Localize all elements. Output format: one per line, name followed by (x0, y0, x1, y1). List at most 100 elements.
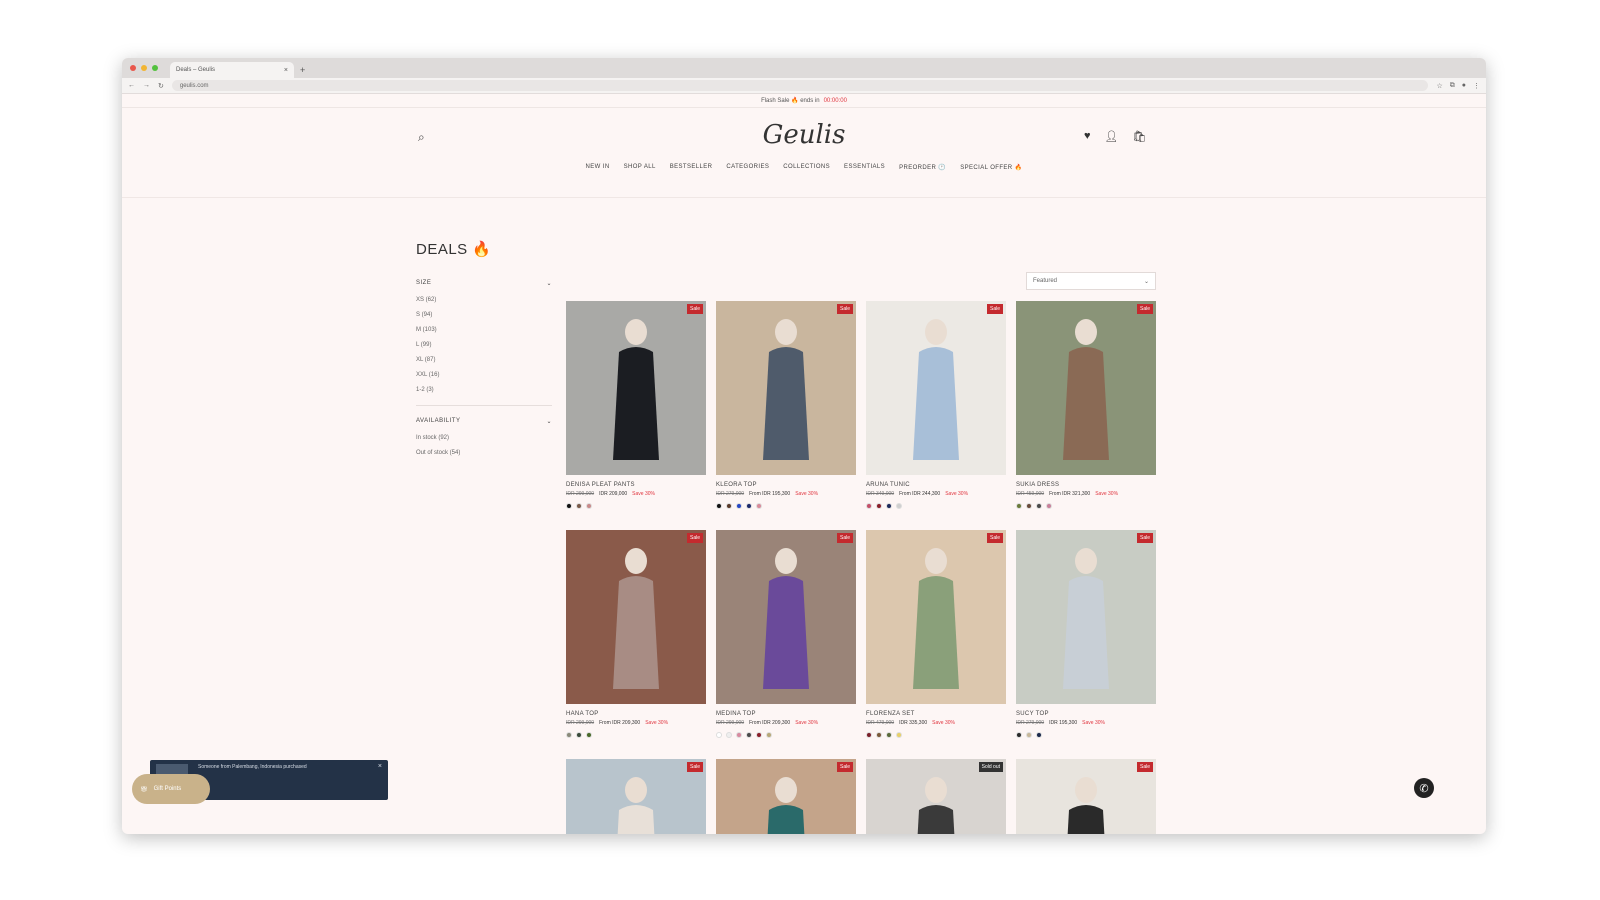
product-name[interactable]: ARUNA TUNIC (866, 482, 1006, 488)
account-icon[interactable]: 👤︎ (1105, 130, 1119, 143)
close-icon[interactable]: × (378, 763, 382, 770)
product-image[interactable]: Sale (1016, 301, 1156, 475)
product-image[interactable]: Sale (566, 759, 706, 834)
product-card[interactable]: Sale DENISA PLEAT PANTS IDR 299,000 IDR 209… (566, 301, 706, 509)
color-swatch[interactable] (1036, 732, 1042, 738)
color-swatch[interactable] (576, 732, 582, 738)
size-filter-header[interactable]: SIZE ⌄ (416, 280, 552, 287)
color-swatch[interactable] (586, 732, 592, 738)
color-swatch[interactable] (1036, 503, 1042, 509)
forward-icon[interactable]: → (143, 82, 150, 89)
nav-preorder[interactable]: PREORDER 🕐 (899, 164, 946, 171)
nav-essentials[interactable]: ESSENTIALS (844, 164, 885, 171)
size-option[interactable]: M (103) (416, 327, 552, 333)
product-image[interactable]: Sale (716, 759, 856, 834)
close-window-icon[interactable] (130, 65, 136, 71)
color-swatch[interactable] (736, 732, 742, 738)
color-swatch[interactable] (736, 503, 742, 509)
product-image[interactable]: Sale (566, 530, 706, 704)
color-swatch[interactable] (766, 732, 772, 738)
color-swatch[interactable] (886, 503, 892, 509)
color-swatch[interactable] (876, 732, 882, 738)
product-name[interactable]: MEDINA TOP (716, 711, 856, 717)
product-image[interactable]: Sale (1016, 530, 1156, 704)
product-name[interactable]: SUCY TOP (1016, 711, 1156, 717)
color-swatch[interactable] (1026, 503, 1032, 509)
product-card[interactable]: Sale (1016, 759, 1156, 834)
product-image[interactable]: Sale (716, 530, 856, 704)
menu-icon[interactable]: ⋮ (1473, 82, 1480, 90)
url-input[interactable]: geulis.com (171, 80, 1429, 91)
site-logo[interactable]: Geulis (122, 120, 1486, 150)
minimize-window-icon[interactable] (141, 65, 147, 71)
gift-points-button[interactable]: 🎁︎ Gift Points (132, 774, 210, 804)
product-name[interactable]: SUKIA DRESS (1016, 482, 1156, 488)
size-option[interactable]: XL (87) (416, 357, 552, 363)
color-swatch[interactable] (566, 503, 572, 509)
nav-bestseller[interactable]: BESTSELLER (670, 164, 713, 171)
product-card[interactable]: Sale (716, 759, 856, 834)
size-option[interactable]: L (99) (416, 342, 552, 348)
size-option[interactable]: XXL (16) (416, 372, 552, 378)
color-swatch[interactable] (1016, 503, 1022, 509)
star-icon[interactable]: ☆ (1436, 82, 1442, 90)
color-swatch[interactable] (586, 503, 592, 509)
product-name[interactable]: KLEORA TOP (716, 482, 856, 488)
profile-icon[interactable]: ● (1462, 82, 1466, 90)
size-option[interactable]: S (94) (416, 312, 552, 318)
product-name[interactable]: DENISA PLEAT PANTS (566, 482, 706, 488)
color-swatch[interactable] (886, 732, 892, 738)
wishlist-heart-icon[interactable]: ♥ (1084, 130, 1091, 143)
product-image[interactable]: Sale (866, 301, 1006, 475)
availability-option[interactable]: In stock (92) (416, 435, 552, 441)
color-swatch[interactable] (866, 732, 872, 738)
product-name[interactable]: HANA TOP (566, 711, 706, 717)
color-swatch[interactable] (756, 732, 762, 738)
product-image[interactable]: Sale (866, 530, 1006, 704)
extensions-icon[interactable]: ⧉ (1450, 82, 1455, 90)
sort-select[interactable]: Featured ⌄ (1026, 272, 1156, 290)
color-swatch[interactable] (566, 732, 572, 738)
nav-shop-all[interactable]: SHOP ALL (624, 164, 656, 171)
product-image[interactable]: Sold out (866, 759, 1006, 834)
product-card[interactable]: Sale ARUNA TUNIC IDR 349,000 From IDR 244,3… (866, 301, 1006, 509)
product-name[interactable]: FLORENZA SET (866, 711, 1006, 717)
size-option[interactable]: XS (62) (416, 297, 552, 303)
color-swatch[interactable] (716, 732, 722, 738)
color-swatch[interactable] (726, 503, 732, 509)
color-swatch[interactable] (876, 503, 882, 509)
product-image[interactable]: Sale (1016, 759, 1156, 834)
product-card[interactable]: Sale MEDINA TOP IDR 299,000 From IDR 209,30… (716, 530, 856, 738)
color-swatch[interactable] (1046, 503, 1052, 509)
reload-icon[interactable]: ↻ (158, 82, 164, 90)
product-card[interactable]: Sale KLEORA TOP IDR 279,000 From IDR 195,30… (716, 301, 856, 509)
nav-collections[interactable]: COLLECTIONS (783, 164, 830, 171)
color-swatch[interactable] (716, 503, 722, 509)
product-card[interactable]: Sale FLORENZA SET IDR 479,000 IDR 335,300 Sa… (866, 530, 1006, 738)
product-card[interactable]: Sale SUCY TOP IDR 279,000 IDR 195,300 Save 3… (1016, 530, 1156, 738)
color-swatch[interactable] (866, 503, 872, 509)
color-swatch[interactable] (726, 732, 732, 738)
nav-categories[interactable]: CATEGORIES (726, 164, 769, 171)
product-image[interactable]: Sale (716, 301, 856, 475)
browser-tab[interactable]: Deals – Geulis × (170, 62, 294, 78)
cart-icon[interactable]: 🛍︎ (1133, 130, 1147, 143)
color-swatch[interactable] (1026, 732, 1032, 738)
availability-filter-header[interactable]: AVAILABILITY ⌄ (416, 418, 552, 425)
color-swatch[interactable] (746, 732, 752, 738)
product-image[interactable]: Sale (566, 301, 706, 475)
nav-special-offer[interactable]: SPECIAL OFFER 🔥 (960, 164, 1022, 171)
maximize-window-icon[interactable] (152, 65, 158, 71)
whatsapp-chat-icon[interactable]: ✆ (1414, 778, 1434, 798)
color-swatch[interactable] (756, 503, 762, 509)
color-swatch[interactable] (1016, 732, 1022, 738)
new-tab-button[interactable]: + (300, 65, 305, 75)
color-swatch[interactable] (746, 503, 752, 509)
size-option[interactable]: 1-2 (3) (416, 387, 552, 393)
color-swatch[interactable] (896, 503, 902, 509)
back-icon[interactable]: ← (128, 82, 135, 89)
product-card[interactable]: Sold out (866, 759, 1006, 834)
nav-new-in[interactable]: NEW IN (586, 164, 610, 171)
tab-close-icon[interactable]: × (284, 67, 288, 74)
product-card[interactable]: Sale HANA TOP IDR 299,000 From IDR 209,300 S… (566, 530, 706, 738)
